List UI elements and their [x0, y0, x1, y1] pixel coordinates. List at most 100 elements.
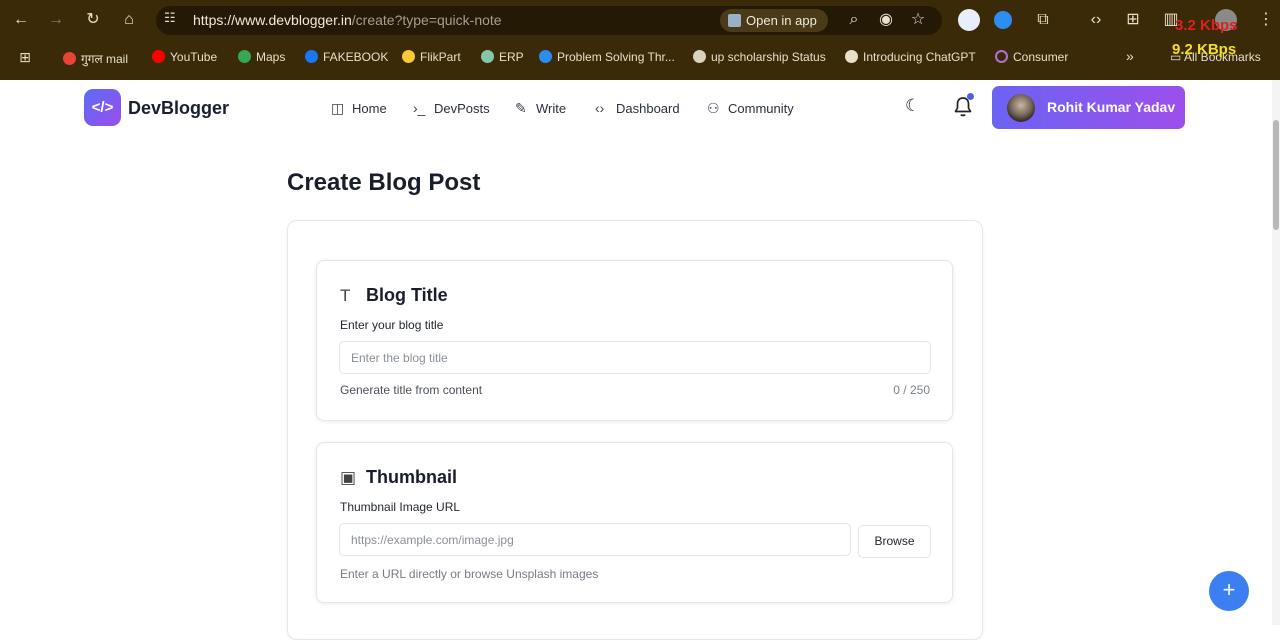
- bookmark-label: Maps: [256, 50, 286, 64]
- bookmark-icon: [305, 50, 318, 63]
- apps-grid-icon[interactable]: ⊞: [14, 47, 36, 67]
- bookmark-icon: [845, 50, 858, 63]
- upload-speed: 3.2 Kbps: [1175, 17, 1238, 34]
- bookmark-icon: [481, 50, 494, 63]
- code-icon: ‹›: [595, 100, 605, 116]
- top-navbar: </> DevBlogger ◫ Home ›_ DevPosts ✎ Write ‹…: [0, 80, 1272, 138]
- download-speed: 9.2 KBps: [1172, 41, 1237, 58]
- bookmark-item[interactable]: YouTube: [152, 50, 217, 64]
- bookmark-icon: [693, 50, 706, 63]
- extension-link-icon[interactable]: [958, 9, 980, 31]
- url-path: /create?type=quick-note: [351, 12, 502, 28]
- bookmark-label: गुगल mail: [81, 52, 128, 66]
- bookmark-item[interactable]: Consumer: [995, 50, 1068, 64]
- extensions-icon[interactable]: ⧉: [1032, 10, 1054, 30]
- browser-chrome: ← → ↻ ⌂ ☷ https://www.devblogger.in/crea…: [0, 0, 1280, 80]
- bookmark-label: FAKEBOOK: [323, 50, 389, 64]
- brand-name[interactable]: DevBlogger: [128, 98, 229, 119]
- browser-toolbar: ← → ↻ ⌂ ☷ https://www.devblogger.in/crea…: [0, 0, 1280, 41]
- notification-badge: [967, 93, 974, 100]
- thumbnail-card: ▣ Thumbnail Thumbnail Image URL https://e…: [316, 442, 953, 603]
- browse-button[interactable]: Browse: [858, 525, 931, 558]
- nav-label: Dashboard: [616, 101, 680, 116]
- bookmark-label: Consumer: [1013, 50, 1069, 64]
- reload-icon[interactable]: ↻: [82, 10, 104, 30]
- bookmark-icon: [539, 50, 552, 63]
- text-icon: T: [340, 286, 351, 305]
- page-scrollbar[interactable]: [1272, 80, 1280, 625]
- pen-icon: ✎: [515, 100, 527, 116]
- image-icon: ▣: [340, 468, 357, 487]
- brand-logo-icon[interactable]: </>: [84, 89, 121, 126]
- card-heading-label: Blog Title: [366, 285, 448, 305]
- bookmark-label: Introducing ChatGPT: [863, 50, 976, 64]
- home-icon[interactable]: ⌂: [118, 10, 140, 30]
- page-title: Create Blog Post: [287, 169, 481, 196]
- devtools-icon[interactable]: ‹›: [1085, 10, 1107, 30]
- bookmark-label: YouTube: [170, 50, 218, 64]
- bookmark-item[interactable]: FlikPart: [402, 50, 461, 64]
- bookmark-item[interactable]: ERP: [481, 50, 524, 64]
- nav-label: Write: [536, 101, 567, 116]
- thumbnail-url-input[interactable]: https://example.com/image.jpg: [339, 523, 851, 556]
- nav-item-community[interactable]: ⚇ Community: [707, 100, 794, 117]
- site-info-icon[interactable]: ☷: [164, 10, 176, 26]
- user-menu-button[interactable]: Rohit Kumar Yadav: [992, 86, 1185, 129]
- nav-item-home[interactable]: ◫ Home: [331, 100, 387, 117]
- blog-title-heading: T Blog Title: [340, 285, 448, 306]
- bookmark-icon: [402, 50, 415, 63]
- nav-label: DevPosts: [434, 101, 490, 116]
- bookmark-icon: [995, 50, 1008, 63]
- thumbnail-url-label: Thumbnail Image URL: [340, 500, 461, 514]
- avatar: [1007, 94, 1035, 122]
- forward-icon[interactable]: →: [45, 10, 67, 30]
- star-icon[interactable]: ☆: [907, 10, 929, 30]
- scrollbar-thumb[interactable]: [1273, 120, 1279, 230]
- url-text: https://www.devblogger.in/create?type=qu…: [193, 12, 502, 28]
- bookmark-label: FlikPart: [420, 50, 461, 64]
- bookmark-item[interactable]: Maps: [238, 50, 285, 64]
- bookmark-label: Problem Solving Thr...: [557, 50, 675, 64]
- bookmark-item[interactable]: FAKEBOOK: [305, 50, 388, 64]
- bookmark-icon: [238, 50, 251, 63]
- bookmark-item[interactable]: Problem Solving Thr...: [539, 50, 675, 64]
- translate-icon[interactable]: ⊞: [1122, 10, 1144, 30]
- bookmark-icon: [152, 50, 165, 63]
- floating-add-button[interactable]: +: [1209, 571, 1249, 611]
- user-name: Rohit Kumar Yadav: [1047, 99, 1176, 115]
- blog-title-card: T Blog Title Enter your blog title Enter …: [316, 260, 953, 421]
- nav-item-dashboard[interactable]: ‹› Dashboard: [595, 100, 680, 116]
- bookmark-item[interactable]: Introducing ChatGPT: [845, 50, 976, 64]
- generate-title-link[interactable]: Generate title from content: [340, 383, 482, 397]
- menu-dots-icon[interactable]: ⋮: [1255, 10, 1277, 30]
- open-in-app-button[interactable]: Open in app: [720, 9, 828, 32]
- eye-icon[interactable]: ◉: [875, 10, 897, 30]
- bookmarks-bar: ⊞ गुगल mail YouTube Maps FAKEBOOK FlikPa…: [0, 41, 1280, 73]
- bookmark-label: ERP: [499, 50, 524, 64]
- thumbnail-heading: ▣ Thumbnail: [340, 467, 457, 488]
- title-char-counter: 0 / 250: [893, 383, 930, 397]
- back-icon[interactable]: ←: [10, 10, 32, 30]
- nav-item-devposts[interactable]: ›_ DevPosts: [413, 100, 490, 116]
- blog-title-label: Enter your blog title: [340, 318, 444, 332]
- nav-item-write[interactable]: ✎ Write: [515, 100, 566, 117]
- users-icon: ⚇: [707, 100, 720, 116]
- card-heading-label: Thumbnail: [366, 467, 457, 487]
- more-bookmarks-icon[interactable]: »: [1126, 48, 1134, 64]
- open-in-app-label: Open in app: [746, 13, 817, 28]
- nav-label: Home: [352, 101, 387, 116]
- zoom-icon[interactable]: ⌕: [843, 10, 865, 30]
- bookmark-label: up scholarship Status: [711, 50, 826, 64]
- thumbnail-hint: Enter a URL directly or browse Unsplash …: [340, 567, 599, 581]
- extension-sync-icon[interactable]: [994, 11, 1012, 29]
- bookmark-item[interactable]: गुगल mail: [63, 50, 128, 67]
- theme-toggle-moon-icon[interactable]: ☾: [905, 96, 925, 116]
- nav-label: Community: [728, 101, 794, 116]
- url-host: https://www.devblogger.in: [193, 12, 352, 28]
- bookmark-icon: [63, 52, 76, 65]
- blog-title-input[interactable]: Enter the blog title: [339, 341, 931, 374]
- layout-icon: ◫: [331, 100, 345, 116]
- bookmark-item[interactable]: up scholarship Status: [693, 50, 826, 64]
- app-icon: [728, 14, 741, 27]
- terminal-icon: ›_: [413, 100, 426, 116]
